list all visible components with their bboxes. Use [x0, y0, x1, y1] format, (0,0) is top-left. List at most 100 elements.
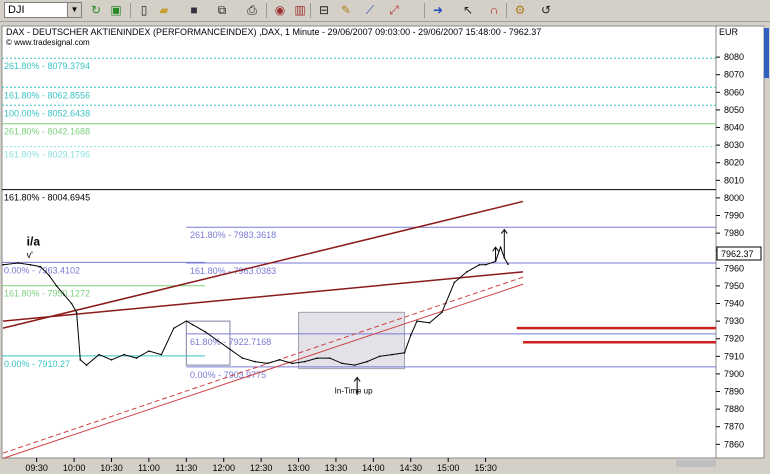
fib-level-label: 261.80% - 7983.3618 — [190, 230, 276, 240]
y-tick-label: 7910 — [724, 351, 744, 361]
trendline-icon[interactable]: ⤢ — [386, 2, 402, 18]
bar-chart-icon[interactable]: ▥ — [292, 2, 308, 18]
settings-icon[interactable]: ⚙ — [512, 2, 528, 18]
fib-level-label: 261.80% - 8042.1688 — [4, 127, 90, 137]
y-tick-label: 7990 — [724, 211, 744, 221]
copy-icon[interactable]: ⧉ — [214, 2, 230, 18]
price-chart[interactable]: 261.80% - 8079.3794 161.80% - 8062.8556 10… — [0, 22, 770, 474]
y-tick-label: 7940 — [724, 299, 744, 309]
x-tick-label: 15:30 — [474, 463, 497, 473]
y-tick-label: 8080 — [724, 52, 744, 62]
toolbar-separator — [266, 3, 267, 18]
fib-level-label: 61.80% - 7922.7168 — [190, 337, 271, 347]
fib-level-label: 261.80% - 8079.3794 — [4, 61, 90, 71]
price-point — [17, 262, 19, 264]
price-point — [204, 330, 206, 333]
fib-level-label: 161.80% - 7963.0383 — [190, 266, 276, 276]
price-point — [29, 264, 32, 266]
y-tick-label: 7980 — [724, 228, 744, 238]
fib-level-label: 0.00% - 7963.4102 — [4, 265, 80, 275]
reload-icon[interactable]: ↺ — [538, 2, 554, 18]
price-point — [63, 293, 65, 296]
price-point — [403, 352, 406, 354]
y-tick-label: 8060 — [724, 87, 744, 97]
price-point — [191, 323, 194, 326]
magnet-icon[interactable]: ∩ — [486, 2, 502, 18]
new-page-icon[interactable]: ▯ — [136, 2, 152, 18]
price-point — [279, 359, 281, 361]
binoculars-icon[interactable]: ◉ — [272, 2, 288, 18]
price-point — [391, 353, 393, 356]
x-tick-label: 12:30 — [250, 463, 273, 473]
x-tick-label: 14:30 — [400, 463, 423, 473]
chart-annotation: In-Time up — [335, 386, 373, 395]
y-tick-label: 7880 — [724, 404, 744, 414]
y-tick-label: 7890 — [724, 387, 744, 397]
toolbar-separator — [424, 3, 425, 18]
chart-annotation: v' — [27, 250, 33, 260]
price-point — [216, 339, 219, 342]
x-tick-label: 11:30 — [175, 463, 197, 473]
price-point — [2, 264, 4, 266]
price-point — [507, 263, 509, 265]
price-point — [441, 311, 443, 314]
side-panel-tab[interactable] — [764, 28, 769, 78]
chevron-down-icon[interactable]: ▼ — [67, 3, 81, 17]
fib-level-label: 161.80% - 8029.1796 — [4, 150, 90, 160]
price-point — [48, 274, 50, 277]
price-point — [428, 322, 431, 324]
price-point — [110, 359, 113, 361]
drawing-icon[interactable]: ✎ — [338, 2, 354, 18]
price-point — [316, 357, 319, 359]
price-point — [499, 246, 502, 248]
price-point — [328, 357, 331, 359]
refresh-icon[interactable]: ↻ — [88, 2, 104, 18]
chart-source: © www.tradesignal.com — [6, 38, 90, 47]
chart-area[interactable]: 261.80% - 8079.3794 161.80% - 8062.8556 10… — [0, 22, 770, 474]
save-green-icon[interactable]: ▣ — [108, 2, 124, 18]
indicator-icon[interactable]: ⊟ — [316, 2, 332, 18]
consolidation-box — [298, 311, 406, 370]
y-tick-label: 8010 — [724, 175, 744, 185]
cursor-icon[interactable]: ↖ — [460, 2, 476, 18]
currency-label: EUR — [719, 27, 739, 37]
chart-title: DAX - DEUTSCHER AKTIENINDEX (PERFORMANCE… — [6, 27, 541, 37]
x-tick-label: 10:00 — [63, 463, 86, 473]
fib-level-label: 161.80% - 8062.8556 — [4, 90, 90, 100]
y-tick-label: 7870 — [724, 422, 744, 432]
symbol-selector[interactable]: DJI ▼ — [4, 2, 82, 18]
y-tick-label: 7930 — [724, 316, 744, 326]
fib-level-label: 161.80% - 8004.6945 — [4, 193, 90, 203]
price-point — [366, 360, 368, 363]
toolbar: DJI ▼ ↻ ▣ ▯ ▰ ■ ⧉ ⎙ ◉ ▥ ⊟ ✎ ⟋ ⤢ ➜ ↖ ∩ ⚙ … — [0, 0, 770, 22]
price-point — [478, 264, 481, 266]
save-icon[interactable]: ■ — [186, 2, 202, 18]
horizontal-scrollbar[interactable] — [676, 460, 716, 467]
x-tick-label: 14:00 — [362, 463, 385, 473]
price-point — [85, 364, 88, 366]
y-tick-label: 7950 — [724, 281, 744, 291]
fib-level-label: 161.80% - 7950.1272 — [4, 289, 90, 299]
print-icon[interactable]: ⎙ — [244, 2, 260, 18]
price-point — [466, 271, 468, 273]
fibonacci-icon[interactable]: ⟋ — [362, 2, 378, 18]
price-point — [70, 302, 73, 305]
price-point — [160, 353, 163, 356]
price-point — [98, 353, 100, 356]
price-point — [75, 311, 78, 314]
open-folder-icon[interactable]: ▰ — [156, 2, 172, 18]
arrow-right-icon[interactable]: ➜ — [430, 2, 446, 18]
y-tick-label: 8030 — [724, 140, 744, 150]
y-tick-label: 8020 — [724, 158, 744, 168]
toolbar-separator — [130, 3, 131, 18]
price-point — [303, 360, 306, 363]
price-point — [484, 264, 487, 266]
price-point — [291, 362, 294, 365]
price-point — [55, 285, 58, 287]
y-tick-label: 8070 — [724, 70, 744, 80]
chart-annotation: i/a — [27, 234, 41, 248]
price-point — [378, 355, 381, 358]
price-point — [229, 348, 231, 351]
price-point — [241, 357, 244, 359]
x-tick-label: 10:30 — [100, 463, 123, 473]
